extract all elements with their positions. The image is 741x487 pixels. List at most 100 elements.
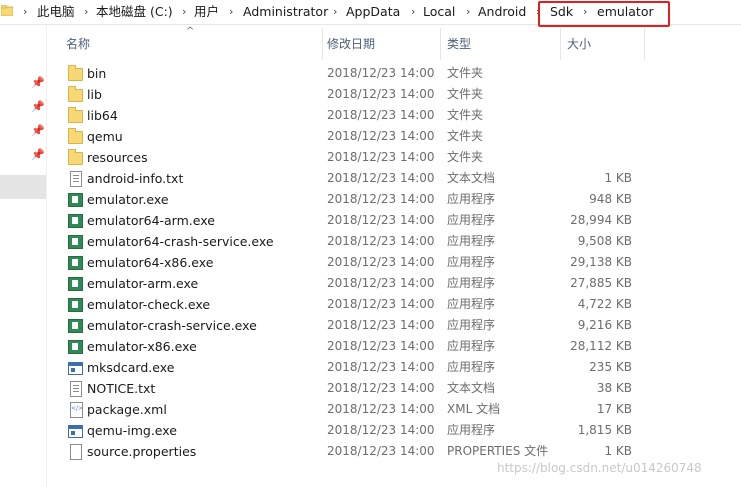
navigation-pane[interactable]: 📌 📌 📌 📌 [0, 25, 47, 487]
nav-selected-item[interactable] [0, 175, 46, 199]
file-name: mksdcard.exe [87, 360, 175, 375]
file-size: 4,722 KB [577, 297, 632, 311]
chevron-right-icon[interactable]: › [84, 3, 88, 21]
file-date: 2018/12/23 14:00 [327, 444, 435, 458]
file-date: 2018/12/23 14:00 [327, 234, 435, 248]
text-file-icon [70, 381, 82, 397]
file-date: 2018/12/23 14:00 [327, 423, 435, 437]
file-type: 应用程序 [447, 423, 496, 437]
chevron-right-icon[interactable]: › [229, 3, 233, 21]
file-row[interactable]: emulator-arm.exe 2018/12/23 14:00 应用程序 27,8… [62, 273, 642, 294]
file-name: qemu [87, 129, 123, 144]
file-date: 2018/12/23 14:00 [327, 276, 435, 290]
file-date: 2018/12/23 14:00 [327, 381, 435, 395]
blank-file-icon [70, 444, 82, 460]
file-type: XML 文档 [447, 402, 501, 416]
file-type: 文件夹 [447, 129, 484, 143]
file-size: 1 KB [604, 444, 632, 458]
breadcrumb-users[interactable]: 用户 [194, 3, 219, 21]
file-row[interactable]: source.properties 2018/12/23 14:00 PROPERT… [62, 441, 642, 462]
file-row[interactable]: resources 2018/12/23 14:00 文件夹 [62, 147, 642, 168]
file-name: emulator64-arm.exe [87, 213, 215, 228]
column-type[interactable]: 类型 [447, 26, 471, 62]
pin-icon[interactable]: 📌 [31, 149, 45, 161]
file-date: 2018/12/23 14:00 [327, 108, 435, 122]
pin-icon[interactable]: 📌 [31, 77, 45, 89]
file-name: lib [87, 87, 102, 102]
pin-icon[interactable]: 📌 [31, 101, 45, 113]
file-date: 2018/12/23 14:00 [327, 192, 435, 206]
file-date: 2018/12/23 14:00 [327, 87, 435, 101]
file-row[interactable]: lib 2018/12/23 14:00 文件夹 [62, 84, 642, 105]
file-name: package.xml [87, 402, 167, 417]
exe-icon [68, 298, 83, 312]
file-type: 应用程序 [447, 360, 496, 374]
file-date: 2018/12/23 14:00 [327, 297, 435, 311]
window-app-icon [68, 425, 83, 438]
file-row[interactable]: bin 2018/12/23 14:00 文件夹 [62, 63, 642, 84]
file-type: 文件夹 [447, 108, 484, 122]
column-size[interactable]: 大小 [567, 26, 591, 62]
breadcrumb-administrator[interactable]: Administrator [243, 3, 328, 21]
file-size: 1,815 KB [577, 423, 632, 437]
file-row[interactable]: qemu 2018/12/23 14:00 文件夹 [62, 126, 642, 147]
chevron-right-icon[interactable]: › [466, 3, 470, 21]
breadcrumb-local-disk[interactable]: 本地磁盘 (C:) [96, 3, 173, 21]
breadcrumb-local[interactable]: Local [423, 3, 455, 21]
file-row[interactable]: emulator64-crash-service.exe 2018/12/23 1… [62, 231, 642, 252]
file-size: 38 KB [596, 381, 632, 395]
file-size: 28,994 KB [570, 213, 632, 227]
file-row[interactable]: qemu-img.exe 2018/12/23 14:00 应用程序 1,815 KB [62, 420, 642, 441]
file-row[interactable]: emulator-crash-service.exe 2018/12/23 14:… [62, 315, 642, 336]
file-size: 9,216 KB [577, 318, 632, 332]
breadcrumb-appdata[interactable]: AppData [346, 3, 400, 21]
file-type: 应用程序 [447, 213, 496, 227]
column-divider[interactable] [560, 28, 561, 60]
file-date: 2018/12/23 14:00 [327, 360, 435, 374]
breadcrumb-this-pc[interactable]: 此电脑 [37, 3, 75, 21]
file-date: 2018/12/23 14:00 [327, 318, 435, 332]
column-divider[interactable] [440, 28, 441, 60]
window-app-icon [68, 362, 83, 375]
file-date: 2018/12/23 14:00 [327, 339, 435, 353]
file-type: 文件夹 [447, 150, 484, 164]
text-file-icon [70, 171, 82, 187]
breadcrumb-android[interactable]: Android [478, 3, 526, 21]
file-type: 应用程序 [447, 234, 496, 248]
file-type: 应用程序 [447, 192, 496, 206]
file-date: 2018/12/23 14:00 [327, 255, 435, 269]
file-row[interactable]: emulator-check.exe 2018/12/23 14:00 应用程序 4,… [62, 294, 642, 315]
file-row[interactable]: mksdcard.exe 2018/12/23 14:00 应用程序 235 KB [62, 357, 642, 378]
file-row[interactable]: lib64 2018/12/23 14:00 文件夹 [62, 105, 642, 126]
folder-icon [68, 149, 83, 165]
column-divider[interactable] [322, 28, 323, 60]
exe-icon [68, 319, 83, 333]
file-name: qemu-img.exe [87, 423, 177, 438]
chevron-right-icon[interactable]: › [411, 3, 415, 21]
pin-icon[interactable]: 📌 [31, 125, 45, 137]
folder-icon [1, 5, 13, 16]
file-name: emulator-check.exe [87, 297, 211, 312]
file-size: 17 KB [596, 402, 632, 416]
file-name: bin [87, 66, 107, 81]
file-row[interactable]: package.xml 2018/12/23 14:00 XML 文档 17 KB [62, 399, 642, 420]
column-name[interactable]: 名称 [66, 26, 90, 62]
file-row[interactable]: emulator64-arm.exe 2018/12/23 14:00 应用程序 28… [62, 210, 642, 231]
exe-icon [68, 256, 83, 270]
chevron-right-icon[interactable]: › [333, 3, 337, 21]
file-type: 文本文档 [447, 381, 496, 395]
exe-icon [68, 340, 83, 354]
file-row[interactable]: NOTICE.txt 2018/12/23 14:00 文本文档 38 KB [62, 378, 642, 399]
file-row[interactable]: android-info.txt 2018/12/23 14:00 文本文档 1 KB [62, 168, 642, 189]
file-date: 2018/12/23 14:00 [327, 150, 435, 164]
address-bar[interactable]: › 此电脑 › 本地磁盘 (C:) › 用户 › Administrator ›… [0, 0, 741, 27]
chevron-right-icon[interactable]: › [182, 3, 186, 21]
folder-icon [68, 86, 83, 102]
exe-icon [68, 235, 83, 249]
file-row[interactable]: emulator64-x86.exe 2018/12/23 14:00 应用程序 29… [62, 252, 642, 273]
column-divider[interactable] [644, 28, 645, 60]
column-modified[interactable]: 修改日期 [327, 26, 375, 62]
file-row[interactable]: emulator.exe 2018/12/23 14:00 应用程序 948 KB [62, 189, 642, 210]
file-name: emulator64-crash-service.exe [87, 234, 274, 249]
file-row[interactable]: emulator-x86.exe 2018/12/23 14:00 应用程序 28,1… [62, 336, 642, 357]
